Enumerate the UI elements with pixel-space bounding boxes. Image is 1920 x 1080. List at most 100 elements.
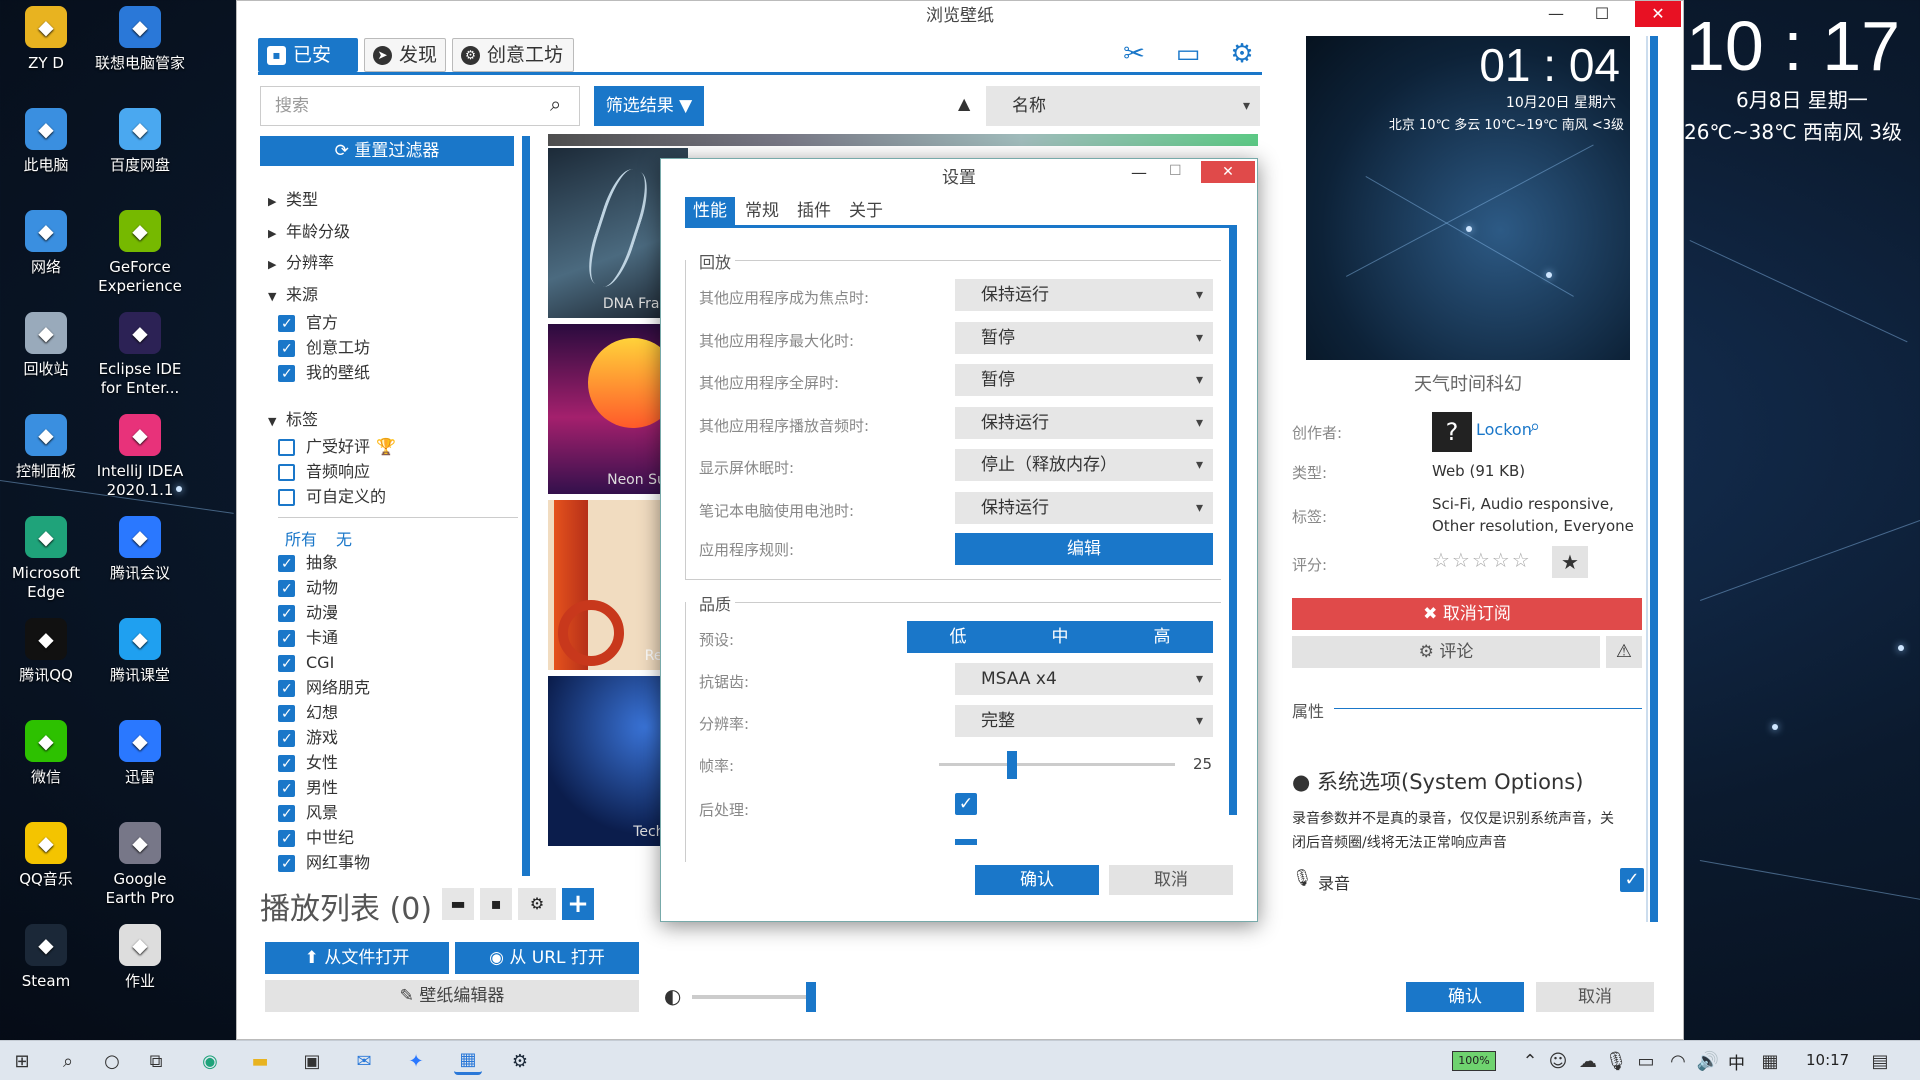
checkbox-box[interactable] bbox=[278, 703, 295, 725]
tag-special-checkbox[interactable]: 可自定义的 bbox=[278, 486, 386, 508]
ime-grid-icon[interactable]: ▦ bbox=[1756, 1047, 1784, 1075]
checkbox-box[interactable] bbox=[278, 678, 295, 700]
desktop-icon[interactable]: ◆ 腾讯会议 bbox=[92, 516, 188, 583]
cut-off-checkbox[interactable] bbox=[955, 839, 977, 845]
desktop-icon[interactable]: ◆ ZY D bbox=[0, 6, 94, 73]
desktop-icon[interactable]: ◆ 百度网盘 bbox=[92, 108, 188, 175]
desktop-icon[interactable]: ◆ QQ音乐 bbox=[0, 822, 94, 889]
taskbar-clock[interactable]: 10:17 bbox=[1806, 1051, 1849, 1069]
comment-button[interactable]: ⚙ 评论 bbox=[1292, 636, 1600, 668]
creator-name-link[interactable]: Lockon bbox=[1476, 420, 1532, 439]
store-icon[interactable]: ▣ bbox=[298, 1047, 326, 1075]
unsubscribe-button[interactable]: ✖ 取消订阅 bbox=[1292, 598, 1642, 630]
tag-checkbox[interactable]: 动漫 bbox=[278, 602, 338, 625]
brightness-track[interactable] bbox=[692, 995, 812, 999]
desktop-icon[interactable]: ◆ Google Earth Pro bbox=[92, 822, 188, 908]
edit-rules-button[interactable]: 编辑 bbox=[955, 533, 1213, 565]
battery-indicator[interactable]: 100% bbox=[1452, 1051, 1496, 1071]
desktop-icon[interactable]: ◆ 作业 bbox=[92, 924, 188, 991]
playback-row-dropdown[interactable]: 保持运行 bbox=[955, 406, 1213, 439]
open-from-url-button[interactable]: ◉ 从 URL 打开 bbox=[455, 942, 639, 974]
main-cancel-button[interactable]: 取消 bbox=[1536, 982, 1654, 1012]
right-panel-scrollbar[interactable] bbox=[1650, 36, 1658, 922]
task-view-icon[interactable]: ⧉ bbox=[142, 1047, 170, 1075]
brightness-thumb[interactable] bbox=[806, 982, 816, 1012]
qq-tray-icon[interactable]: ☺ bbox=[1544, 1047, 1572, 1075]
steam-icon[interactable]: ⚙ bbox=[506, 1047, 534, 1075]
main-ok-button[interactable]: 确认 bbox=[1406, 982, 1524, 1012]
checkbox-box[interactable] bbox=[278, 603, 295, 625]
cortana-icon[interactable]: ○ bbox=[98, 1047, 126, 1075]
wallpaper-editor-button[interactable]: ✎ 壁纸编辑器 bbox=[265, 980, 639, 1012]
volume-icon[interactable]: 🔊 bbox=[1694, 1047, 1722, 1075]
search-icon[interactable]: ⌕ bbox=[550, 92, 561, 116]
battery-icon[interactable]: ▭ bbox=[1632, 1047, 1660, 1075]
desktop-icon[interactable]: ◆ Eclipse IDE for Enter... bbox=[92, 312, 188, 398]
desktop-icon[interactable]: ◆ 腾讯QQ bbox=[0, 618, 94, 685]
folder-open-icon[interactable]: ▬ bbox=[442, 888, 474, 920]
checkbox-box[interactable] bbox=[278, 803, 295, 825]
playlist-settings-icon[interactable]: ⚙ bbox=[518, 888, 556, 920]
desktop-icon[interactable]: ◆ 迅雷 bbox=[92, 720, 188, 787]
display-icon[interactable]: ▭ bbox=[1172, 38, 1204, 70]
settings-tab-general[interactable]: 常规 bbox=[737, 197, 787, 225]
checkbox-box[interactable] bbox=[278, 628, 295, 650]
preset-low-button[interactable]: 低 bbox=[907, 621, 1009, 653]
checkbox-box[interactable] bbox=[278, 363, 295, 385]
search-icon[interactable]: ⌕ bbox=[54, 1047, 82, 1075]
tools-icon[interactable]: ✂ bbox=[1118, 38, 1150, 70]
sort-dropdown[interactable]: 名称 bbox=[986, 86, 1260, 126]
tree-tags[interactable]: ▼ 标签 bbox=[268, 406, 318, 430]
cloud-icon[interactable]: ☁ bbox=[1574, 1047, 1602, 1075]
checkbox-box[interactable] bbox=[278, 653, 295, 675]
tag-checkbox[interactable]: 游戏 bbox=[278, 727, 338, 750]
tag-checkbox[interactable]: 动物 bbox=[278, 577, 338, 600]
creator-search-icon[interactable]: ⌕ bbox=[1530, 416, 1540, 437]
tag-checkbox[interactable]: 网红事物 bbox=[278, 852, 370, 875]
settings-maximize-button[interactable]: ☐ bbox=[1169, 163, 1182, 179]
tree-resolution[interactable]: ▶ 分辨率 bbox=[268, 249, 334, 273]
save-playlist-icon[interactable]: ▪ bbox=[480, 888, 512, 920]
filter-scrollbar[interactable] bbox=[522, 136, 530, 876]
chevron-up-icon[interactable]: ⌃ bbox=[1516, 1047, 1544, 1075]
record-checkbox[interactable]: ✓ bbox=[1620, 868, 1644, 892]
minimize-button[interactable]: — bbox=[1533, 1, 1579, 27]
tree-type[interactable]: ▶ 类型 bbox=[268, 186, 318, 210]
source-checkbox[interactable]: 创意工坊 bbox=[278, 337, 370, 360]
tag-special-checkbox[interactable]: 音频响应 bbox=[278, 461, 370, 483]
checkbox-box[interactable] bbox=[278, 338, 295, 360]
settings-scrollbar[interactable] bbox=[1229, 225, 1237, 815]
desktop-icon[interactable]: ◆ GeForce Experience bbox=[92, 210, 188, 296]
tab-discover[interactable]: ➤ 发现 bbox=[364, 38, 446, 72]
tree-source[interactable]: ▼ 来源 bbox=[268, 281, 318, 305]
windows-start-icon[interactable]: ⊞ bbox=[8, 1047, 36, 1075]
playback-row-dropdown[interactable]: 停止（释放内存） bbox=[955, 449, 1213, 481]
fps-thumb[interactable] bbox=[1007, 751, 1017, 779]
report-button[interactable]: ⚠ bbox=[1606, 636, 1642, 668]
checkbox-box[interactable] bbox=[278, 853, 295, 875]
checkbox-box[interactable] bbox=[278, 578, 295, 600]
settings-minimize-button[interactable]: — bbox=[1131, 163, 1147, 182]
preset-medium-button[interactable]: 中 bbox=[1009, 621, 1111, 653]
microphone-tray-icon[interactable]: 🎙 bbox=[1602, 1047, 1630, 1075]
tag-checkbox[interactable]: 中世纪 bbox=[278, 827, 354, 850]
creator-avatar[interactable]: ? bbox=[1432, 412, 1472, 452]
select-none-link[interactable]: 无 bbox=[336, 526, 352, 550]
playback-row-dropdown[interactable]: 暂停 bbox=[955, 321, 1213, 354]
resolution-dropdown[interactable]: 完整 bbox=[955, 705, 1213, 737]
settings-cancel-button[interactable]: 取消 bbox=[1109, 865, 1233, 895]
preset-high-button[interactable]: 高 bbox=[1111, 621, 1213, 653]
checkbox-box[interactable] bbox=[278, 439, 295, 456]
filter-results-button[interactable]: 筛选结果 ▼ bbox=[594, 86, 704, 126]
edge-icon[interactable]: ◉ bbox=[196, 1047, 224, 1075]
tag-checkbox[interactable]: 卡通 bbox=[278, 627, 338, 650]
source-checkbox[interactable]: 我的壁纸 bbox=[278, 362, 370, 385]
wifi-icon[interactable]: ◠ bbox=[1664, 1047, 1692, 1075]
desktop-icon[interactable]: ◆ 微信 bbox=[0, 720, 94, 787]
tag-checkbox[interactable]: 抽象 bbox=[278, 552, 338, 575]
select-all-link[interactable]: 所有 bbox=[285, 526, 317, 550]
antialias-dropdown[interactable]: MSAA x4 bbox=[955, 663, 1213, 695]
checkbox-box[interactable] bbox=[278, 489, 295, 506]
desktop-icon[interactable]: ◆ 网络 bbox=[0, 210, 94, 277]
wallpaper-engine-icon[interactable]: ▦ bbox=[454, 1047, 482, 1075]
